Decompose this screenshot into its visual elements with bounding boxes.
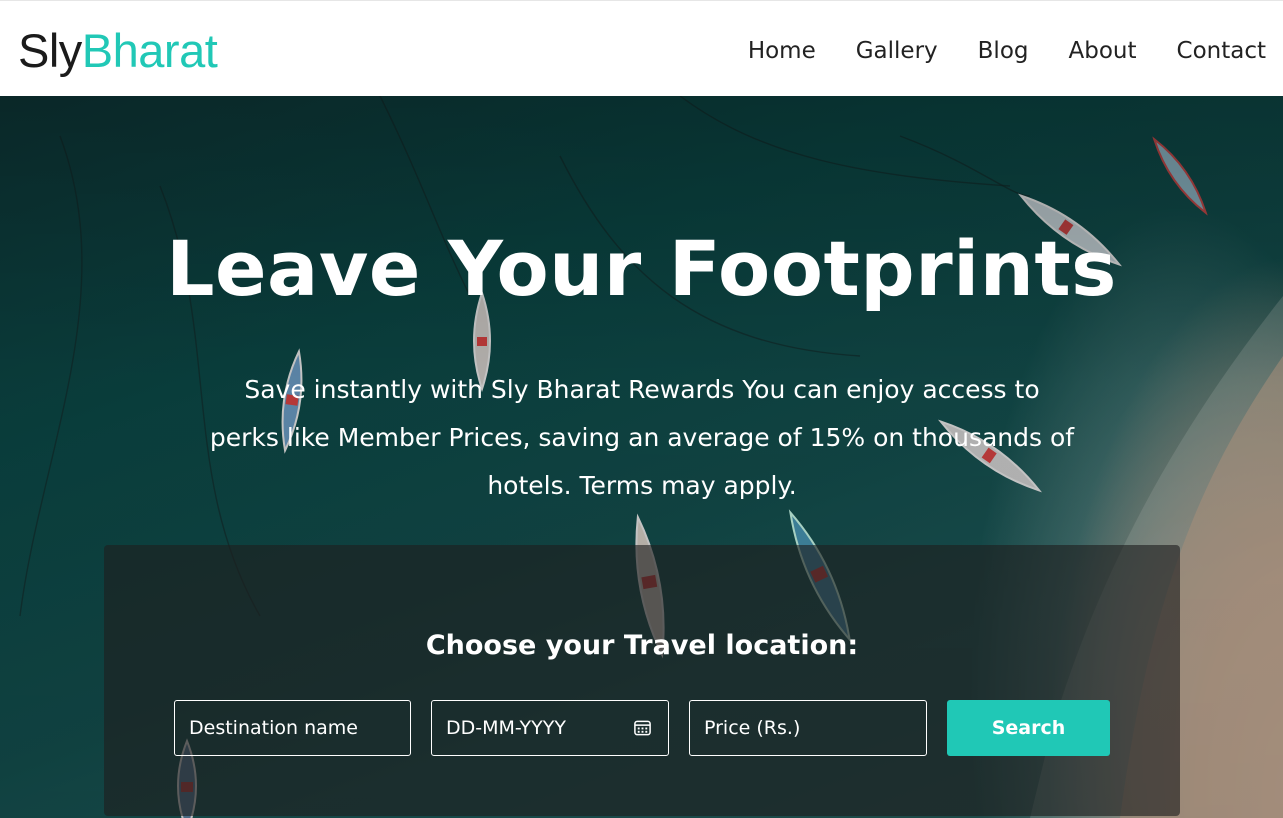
navbar: SlyBharat Home Gallery Blog About Contac… — [0, 0, 1283, 96]
search-button[interactable]: Search — [947, 700, 1110, 756]
hero-section: Leave Your Footprints Save instantly wit… — [0, 96, 1283, 818]
main-nav: Home Gallery Blog About Contact — [748, 31, 1266, 71]
nav-contact[interactable]: Contact — [1177, 31, 1266, 71]
brand-logo[interactable]: SlyBharat — [18, 21, 218, 81]
nav-gallery[interactable]: Gallery — [856, 31, 938, 71]
hero-title: Leave Your Footprints — [166, 224, 1117, 313]
brand-logo-part1: Sly — [18, 24, 82, 77]
search-panel-title: Choose your Travel location: — [425, 630, 859, 661]
nav-blog[interactable]: Blog — [978, 31, 1029, 71]
brand-logo-part2: Bharat — [81, 24, 218, 77]
calendar-icon[interactable] — [633, 718, 652, 737]
search-panel: Choose your Travel location: Search — [104, 545, 1180, 816]
date-field — [431, 700, 669, 756]
destination-input[interactable] — [174, 700, 411, 756]
hero-subtitle: Save instantly with Sly Bharat Rewards Y… — [209, 375, 1075, 500]
nav-about[interactable]: About — [1069, 31, 1137, 71]
price-input[interactable] — [689, 700, 927, 756]
nav-home[interactable]: Home — [748, 31, 816, 71]
